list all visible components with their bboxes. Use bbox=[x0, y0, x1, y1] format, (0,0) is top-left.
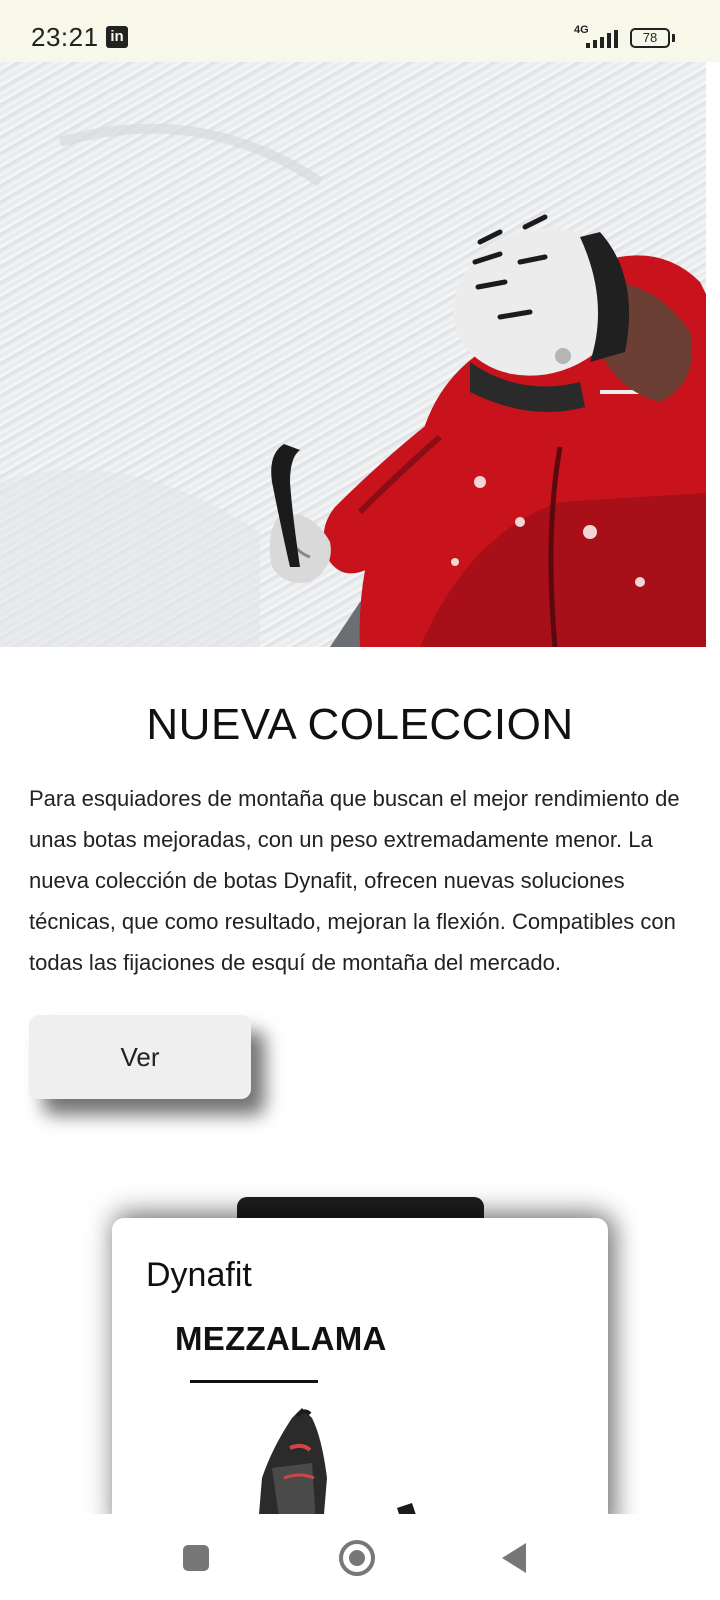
signal-icon bbox=[586, 30, 618, 48]
product-brand: Dynafit bbox=[146, 1256, 252, 1294]
ver-button[interactable]: Ver bbox=[29, 1015, 251, 1099]
status-bar: 23:21 in 4G 78 bbox=[0, 0, 720, 62]
skier-photo bbox=[0, 123, 720, 647]
linkedin-icon: in bbox=[106, 26, 128, 48]
collection-title: NUEVA COLECCION bbox=[146, 700, 574, 749]
status-time: 23:21 bbox=[31, 22, 99, 52]
collection-description: Para esquiadores de montaña que buscan e… bbox=[29, 786, 680, 975]
home-button[interactable] bbox=[335, 1536, 379, 1580]
battery-icon: 78 bbox=[630, 28, 670, 48]
square-icon bbox=[183, 1545, 209, 1571]
home-dot bbox=[349, 1550, 365, 1566]
navigation-bar bbox=[0, 1514, 720, 1600]
battery-percent: 78 bbox=[642, 30, 658, 45]
product-card[interactable]: Dynafit MEZZALAMA bbox=[112, 1218, 608, 1538]
circle-icon bbox=[339, 1540, 375, 1576]
triangle-back-icon bbox=[502, 1543, 526, 1573]
back-button[interactable] bbox=[492, 1536, 536, 1580]
battery-tip bbox=[672, 34, 675, 42]
recents-button[interactable] bbox=[174, 1536, 218, 1580]
product-name: MEZZALAMA bbox=[175, 1320, 387, 1357]
hero-edge bbox=[706, 62, 720, 647]
hero-image bbox=[0, 62, 720, 647]
product-divider bbox=[190, 1380, 318, 1383]
